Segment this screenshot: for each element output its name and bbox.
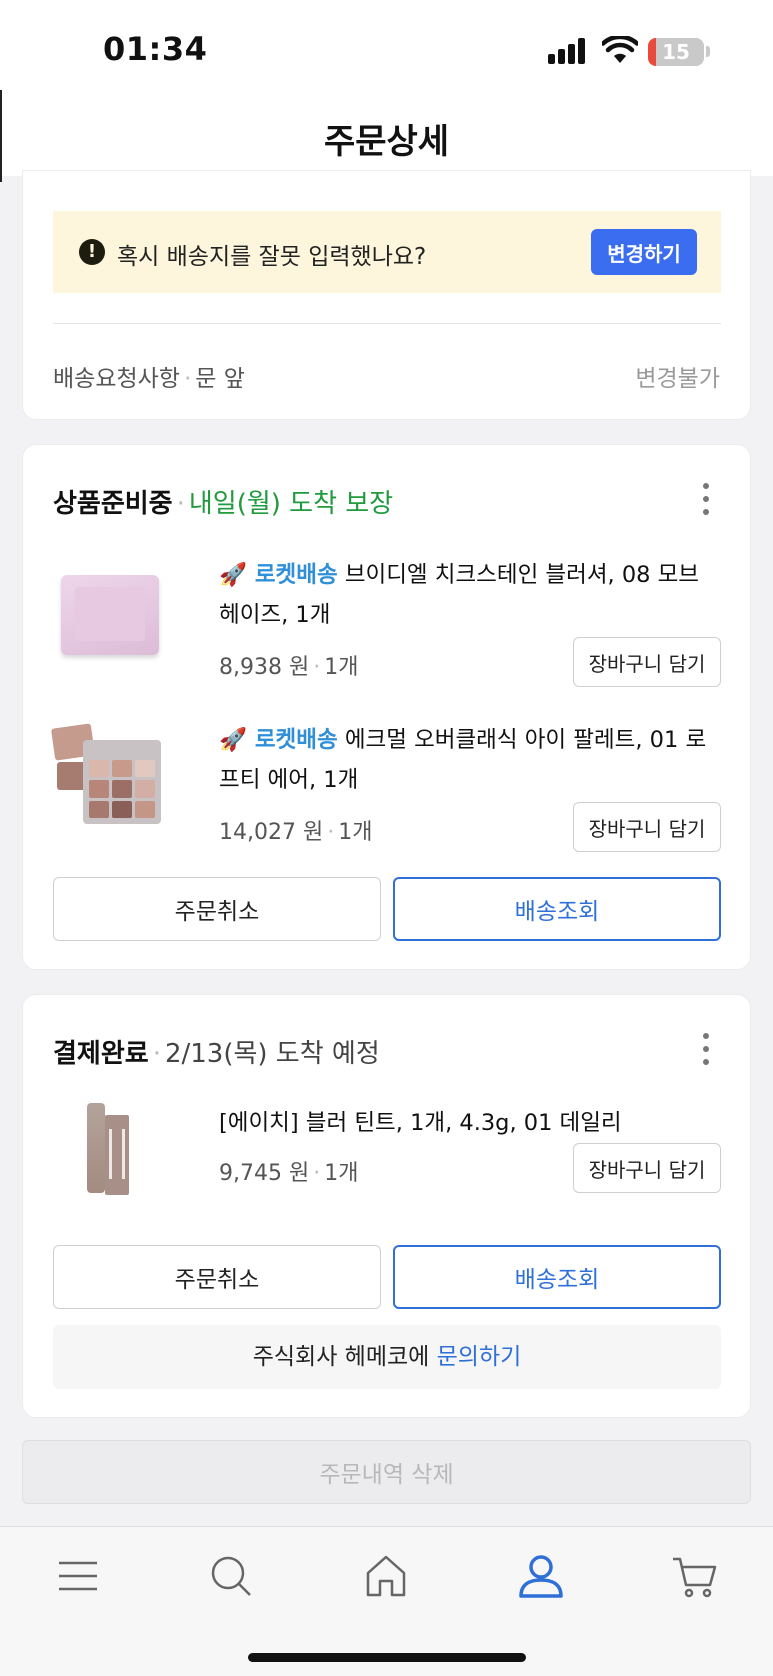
change-address-button[interactable]: 변경하기 <box>591 229 697 275</box>
shipment-status-detail: 2/13(목) 도착 예정 <box>164 1039 380 1069</box>
back-edge-indicator <box>0 90 2 182</box>
battery-percent: 15 <box>662 40 690 64</box>
shipment-status-label: 결제완료 <box>53 1039 149 1069</box>
list-item[interactable]: 🚀 로켓배송 브이디엘 치크스테인 블러셔, 08 모브 헤이즈, 1개 8,9… <box>53 555 721 705</box>
home-icon[interactable] <box>361 1551 411 1601</box>
home-indicator <box>248 1653 526 1662</box>
add-to-cart-button[interactable]: 장바구니 담기 <box>573 802 721 852</box>
quantity-value: 1개 <box>324 655 359 680</box>
shipment-actions: 주문취소 배송조회 <box>53 1245 721 1309</box>
exclamation-icon: ! <box>79 239 105 265</box>
delivery-request-value: 문 앞 <box>195 366 245 392</box>
address-warning-banner: ! 혹시 배송지를 잘못 입력했나요? 변경하기 <box>53 211 721 293</box>
shipment-status-label: 상품준비중 <box>53 489 173 519</box>
cart-icon[interactable] <box>670 1551 720 1601</box>
add-to-cart-button[interactable]: 장바구니 담기 <box>573 1143 721 1193</box>
bottom-tab-bar <box>0 1526 773 1676</box>
product-title: [에이치] 블러 틴트, 1개, 4.3g, 01 데일리 <box>219 1103 719 1143</box>
shipment-status-detail: 내일(월) 도착 보장 <box>188 489 394 519</box>
quantity-value: 1개 <box>324 1161 359 1186</box>
list-item[interactable]: [에이치] 블러 틴트, 1개, 4.3g, 01 데일리 9,745 원 · 1개… <box>53 1103 721 1253</box>
shipment-actions: 주문취소 배송조회 <box>53 877 721 941</box>
product-thumbnail <box>50 720 165 832</box>
add-to-cart-button[interactable]: 장바구니 담기 <box>573 637 721 687</box>
delivery-request-label: 배송요청사항 <box>53 366 180 392</box>
shipment-status: 결제완료 · 2/13(목) 도착 예정 <box>53 1039 380 1069</box>
delivery-address-card: ! 혹시 배송지를 잘못 입력했나요? 변경하기 배송요청사항 · 문 앞 변경불가 <box>22 170 751 420</box>
product-price: 14,027 원 · 1개 <box>219 820 373 845</box>
seller-name: 주식회사 헤메코에 <box>252 1344 430 1370</box>
divider <box>53 323 721 324</box>
delete-order-button[interactable]: 주문내역 삭제 <box>22 1440 751 1504</box>
price-value: 9,745 원 <box>219 1161 310 1186</box>
delivery-request: 배송요청사항 · 문 앞 <box>53 366 245 392</box>
menu-icon[interactable] <box>53 1551 103 1601</box>
product-title: 🚀 로켓배송 에크멀 오버클래식 아이 팔레트, 01 로프티 에어, 1개 <box>219 720 719 800</box>
track-delivery-button[interactable]: 배송조회 <box>393 877 721 941</box>
search-icon[interactable] <box>206 1551 256 1601</box>
delivery-request-status: 변경불가 <box>635 366 720 392</box>
status-time: 01:34 <box>103 30 208 68</box>
status-bar: 01:34 15 <box>0 0 773 96</box>
nav-header: 주문상세 <box>0 96 773 176</box>
battery-icon: 15 <box>648 38 704 66</box>
product-title: 🚀 로켓배송 브이디엘 치크스테인 블러셔, 08 모브 헤이즈, 1개 <box>219 555 719 635</box>
inquiry-link[interactable]: 문의하기 <box>437 1344 522 1370</box>
shipment-status: 상품준비중 · 내일(월) 도착 보장 <box>53 489 394 519</box>
product-thumbnail <box>53 555 165 667</box>
wifi-icon <box>602 36 638 63</box>
price-value: 8,938 원 <box>219 655 310 680</box>
track-delivery-button[interactable]: 배송조회 <box>393 1245 721 1309</box>
product-price: 8,938 원 · 1개 <box>219 655 359 680</box>
more-options-icon[interactable] <box>702 483 710 515</box>
profile-icon[interactable] <box>516 1551 566 1601</box>
cancel-order-button[interactable]: 주문취소 <box>53 877 381 941</box>
product-name: [에이치] 블러 틴트, 1개, 4.3g, 01 데일리 <box>219 1110 622 1136</box>
product-price: 9,745 원 · 1개 <box>219 1161 359 1186</box>
page-title: 주문상세 <box>323 122 450 162</box>
warning-text: 혹시 배송지를 잘못 입력했나요? <box>117 244 427 270</box>
price-value: 14,027 원 <box>219 820 324 845</box>
cellular-signal-icon <box>548 38 590 64</box>
rocket-delivery-badge: 🚀 로켓배송 <box>219 562 338 588</box>
more-options-icon[interactable] <box>702 1033 710 1065</box>
seller-inquiry: 주식회사 헤메코에 문의하기 <box>53 1325 721 1389</box>
shipment-card: 상품준비중 · 내일(월) 도착 보장 🚀 로켓배송 브이디엘 치크스테인 블러셔,… <box>22 444 751 970</box>
battery-tip <box>706 46 710 57</box>
rocket-delivery-badge: 🚀 로켓배송 <box>219 727 338 753</box>
shipment-card: 결제완료 · 2/13(목) 도착 예정 [에이치] 블러 틴트, 1개, 4.3g… <box>22 994 751 1418</box>
cancel-order-button[interactable]: 주문취소 <box>53 1245 381 1309</box>
product-thumbnail <box>53 1103 165 1215</box>
list-item[interactable]: 🚀 로켓배송 에크멀 오버클래식 아이 팔레트, 01 로프티 에어, 1개 1… <box>50 720 721 870</box>
quantity-value: 1개 <box>338 820 373 845</box>
